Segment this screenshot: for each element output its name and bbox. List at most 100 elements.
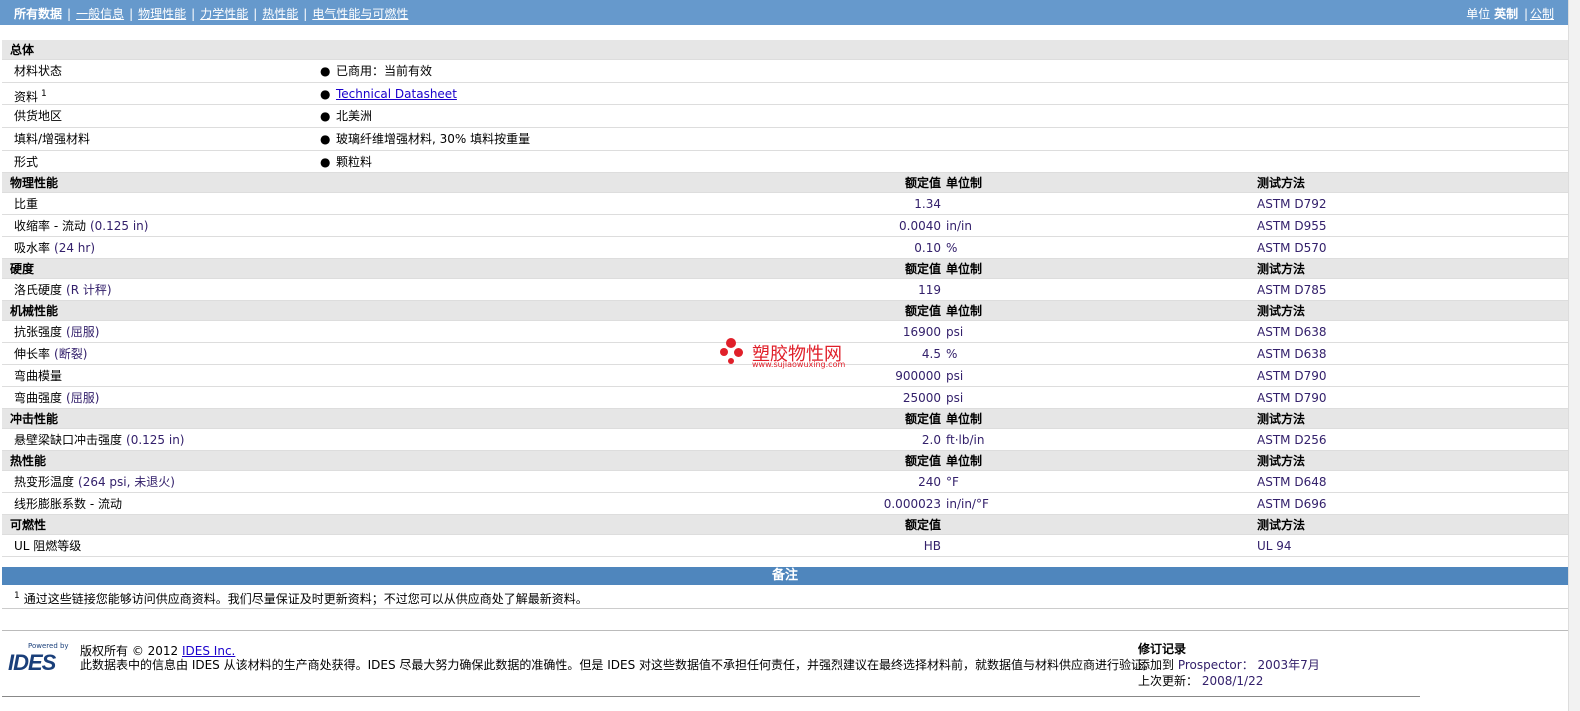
revision-added: 添加到 Prospector： 2003年7月 xyxy=(1138,656,1320,673)
general-row-label: 材料状态 xyxy=(14,64,63,78)
nav-electrical-flammability[interactable]: 电气性能与可燃性 xyxy=(312,7,408,21)
property-test-method: ASTM D790 xyxy=(1257,391,1327,406)
property-label: 洛氏硬度 xyxy=(14,283,63,298)
nav-separator: | xyxy=(129,7,134,21)
column-header-nominal: 额定值 xyxy=(904,518,941,533)
property-condition: (R 计秤) xyxy=(66,283,112,298)
property-condition: (24 hr) xyxy=(54,241,96,256)
nav-mechanical[interactable]: 力学性能 xyxy=(200,7,248,21)
general-row: 供货地区 ● 北美洲 xyxy=(2,105,1568,129)
nav-general-info[interactable]: 一般信息 xyxy=(76,7,124,21)
column-header-nominal: 额定值 xyxy=(904,304,941,319)
property-unit: in/in xyxy=(946,219,972,234)
property-value: 0.10 xyxy=(914,241,941,256)
added-date: 2003年7月 xyxy=(1257,658,1320,672)
property-label: 弯曲强度 xyxy=(14,391,63,406)
section-title: 物理性能 xyxy=(10,176,59,191)
revision-updated: 上次更新： 2008/1/22 xyxy=(1138,672,1263,689)
watermark-logo: 塑胶物性网 www.sujiaowuxing.com xyxy=(720,336,860,370)
bullet-icon: ● xyxy=(320,154,331,169)
general-row-label: 供货地区 xyxy=(14,109,63,124)
updated-date: 2008/1/22 xyxy=(1201,674,1264,688)
powered-by-text: Powered by xyxy=(28,642,69,650)
property-test-method: ASTM D256 xyxy=(1257,433,1327,448)
property-label: 悬壁梁缺口冲击强度 xyxy=(14,433,123,448)
ides-logo-mark: IDES xyxy=(8,650,56,675)
general-row: 形式 ● 颗粒料 xyxy=(2,150,1568,174)
nav-separator: | xyxy=(303,7,308,21)
property-unit: psi xyxy=(946,325,964,340)
units-imperial[interactable]: 英制 xyxy=(1494,7,1518,21)
property-test-method: ASTM D790 xyxy=(1257,369,1327,384)
column-header-unit: 单位制 xyxy=(946,454,983,469)
property-value: 2.0 xyxy=(921,433,941,448)
property-name: 抗张强度 (屈服) xyxy=(14,321,99,343)
property-name: 收缩率 - 流动 (0.125 in) xyxy=(14,215,148,237)
column-header-test: 测试方法 xyxy=(1257,262,1306,277)
property-unit: % xyxy=(946,241,958,256)
nav-thermal[interactable]: 热性能 xyxy=(262,7,298,21)
property-name: 悬壁梁缺口冲击强度 (0.125 in) xyxy=(14,429,185,451)
disclaimer: 此数据表中的信息由 IDES 从该材料的生产商处获得。IDES 尽最大努力确保此… xyxy=(80,658,1156,672)
property-label: 抗张强度 xyxy=(14,325,63,340)
property-test-method: ASTM D570 xyxy=(1257,241,1327,256)
section-header: 物理性能 额定值 单位制 测试方法 xyxy=(2,173,1568,194)
footer-divider xyxy=(2,630,1568,631)
vertical-scrollbar[interactable] xyxy=(1568,0,1580,711)
property-unit: psi xyxy=(946,391,964,406)
section-title: 机械性能 xyxy=(10,304,59,319)
property-condition: (0.125 in) xyxy=(126,433,185,448)
column-header-nominal: 额定值 xyxy=(904,262,941,277)
section-title: 总体 xyxy=(10,43,35,57)
watermark-dot xyxy=(720,348,728,356)
bullet-icon: ● xyxy=(320,109,331,124)
section-title: 可燃性 xyxy=(10,518,47,533)
property-name: 比重 xyxy=(14,193,38,215)
property-label: 吸水率 xyxy=(14,241,51,256)
property-row: 吸水率 (24 hr) 0.10% ASTM D570 xyxy=(2,237,1568,260)
property-test-method: ASTM D638 xyxy=(1257,347,1327,362)
nav-all-data[interactable]: 所有数据 xyxy=(14,7,62,21)
ides-logo[interactable]: Powered by IDES xyxy=(8,642,72,675)
property-row: 线形膨胀系数 - 流动 0.000023 in/in/°F ASTM D696 xyxy=(2,493,1568,516)
nav-physical[interactable]: 物理性能 xyxy=(138,7,186,21)
top-nav-bar: 所有数据 | 一般信息 | 物理性能 | 力学性能 | 热性能 | 电气性能与可燃性 单位 英制 |… xyxy=(0,0,1568,25)
column-header-nominal: 额定值 xyxy=(904,412,941,427)
column-header-nominal: 额定值 xyxy=(904,176,941,191)
property-name: 线形膨胀系数 - 流动 xyxy=(14,493,122,515)
general-row-label: 形式 xyxy=(14,154,39,169)
technical-datasheet-link[interactable]: Technical Datasheet xyxy=(336,87,457,101)
general-row-name: 资料 1 xyxy=(14,83,47,108)
property-value: 0.0040 xyxy=(899,219,941,234)
property-row: 悬壁梁缺口冲击强度 (0.125 in) 2.0 ft·lb/in ASTM D256 xyxy=(2,429,1568,452)
general-row-label: 资料 xyxy=(14,89,39,104)
property-label: 弯曲模量 xyxy=(14,369,63,384)
property-condition: (屈服) xyxy=(66,391,100,406)
section-header: 硬度 额定值 单位制 测试方法 xyxy=(2,259,1568,280)
general-row-value: 已商用：当前有效 xyxy=(336,64,433,78)
property-value: 1.34 xyxy=(914,197,941,212)
property-row: 收缩率 - 流动 (0.125 in) 0.0040 in/in ASTM D955 xyxy=(2,215,1568,238)
property-unit: in/in/°F xyxy=(946,497,989,512)
property-test-method: ASTM D785 xyxy=(1257,283,1327,298)
column-header-test: 测试方法 xyxy=(1257,412,1306,427)
property-unit: psi xyxy=(946,369,964,384)
property-name: 弯曲强度 (屈服) xyxy=(14,387,99,409)
column-header-unit: 单位制 xyxy=(946,412,983,427)
general-row: 资料 1 ● Technical Datasheet xyxy=(2,82,1568,108)
units-metric[interactable]: 公制 xyxy=(1530,7,1554,21)
nav-separator: | xyxy=(253,7,258,21)
general-row: 填料/增强材料 ● 玻璃纤维增强材料, 30% 填料按重量 xyxy=(2,128,1568,151)
property-label: 伸长率 xyxy=(14,347,51,362)
property-condition: (0.125 in) xyxy=(89,219,149,234)
property-test-method: ASTM D792 xyxy=(1257,197,1327,212)
datasheet-table: 总体材料状态 ● 已商用：当前有效资料 1 ● Technical Datasheet 供货… xyxy=(2,40,1568,558)
property-condition: (断裂) xyxy=(54,347,88,362)
bullet-icon: ● xyxy=(320,86,331,101)
general-row-name: 填料/增强材料 xyxy=(14,128,90,150)
section-title: 热性能 xyxy=(10,454,47,469)
revision-title: 修订记录 xyxy=(1138,642,1187,656)
updated-label: 上次更新： xyxy=(1138,674,1199,688)
section-header: 热性能 额定值 单位制 测试方法 xyxy=(2,451,1568,472)
property-unit: ft·lb/in xyxy=(946,433,985,448)
